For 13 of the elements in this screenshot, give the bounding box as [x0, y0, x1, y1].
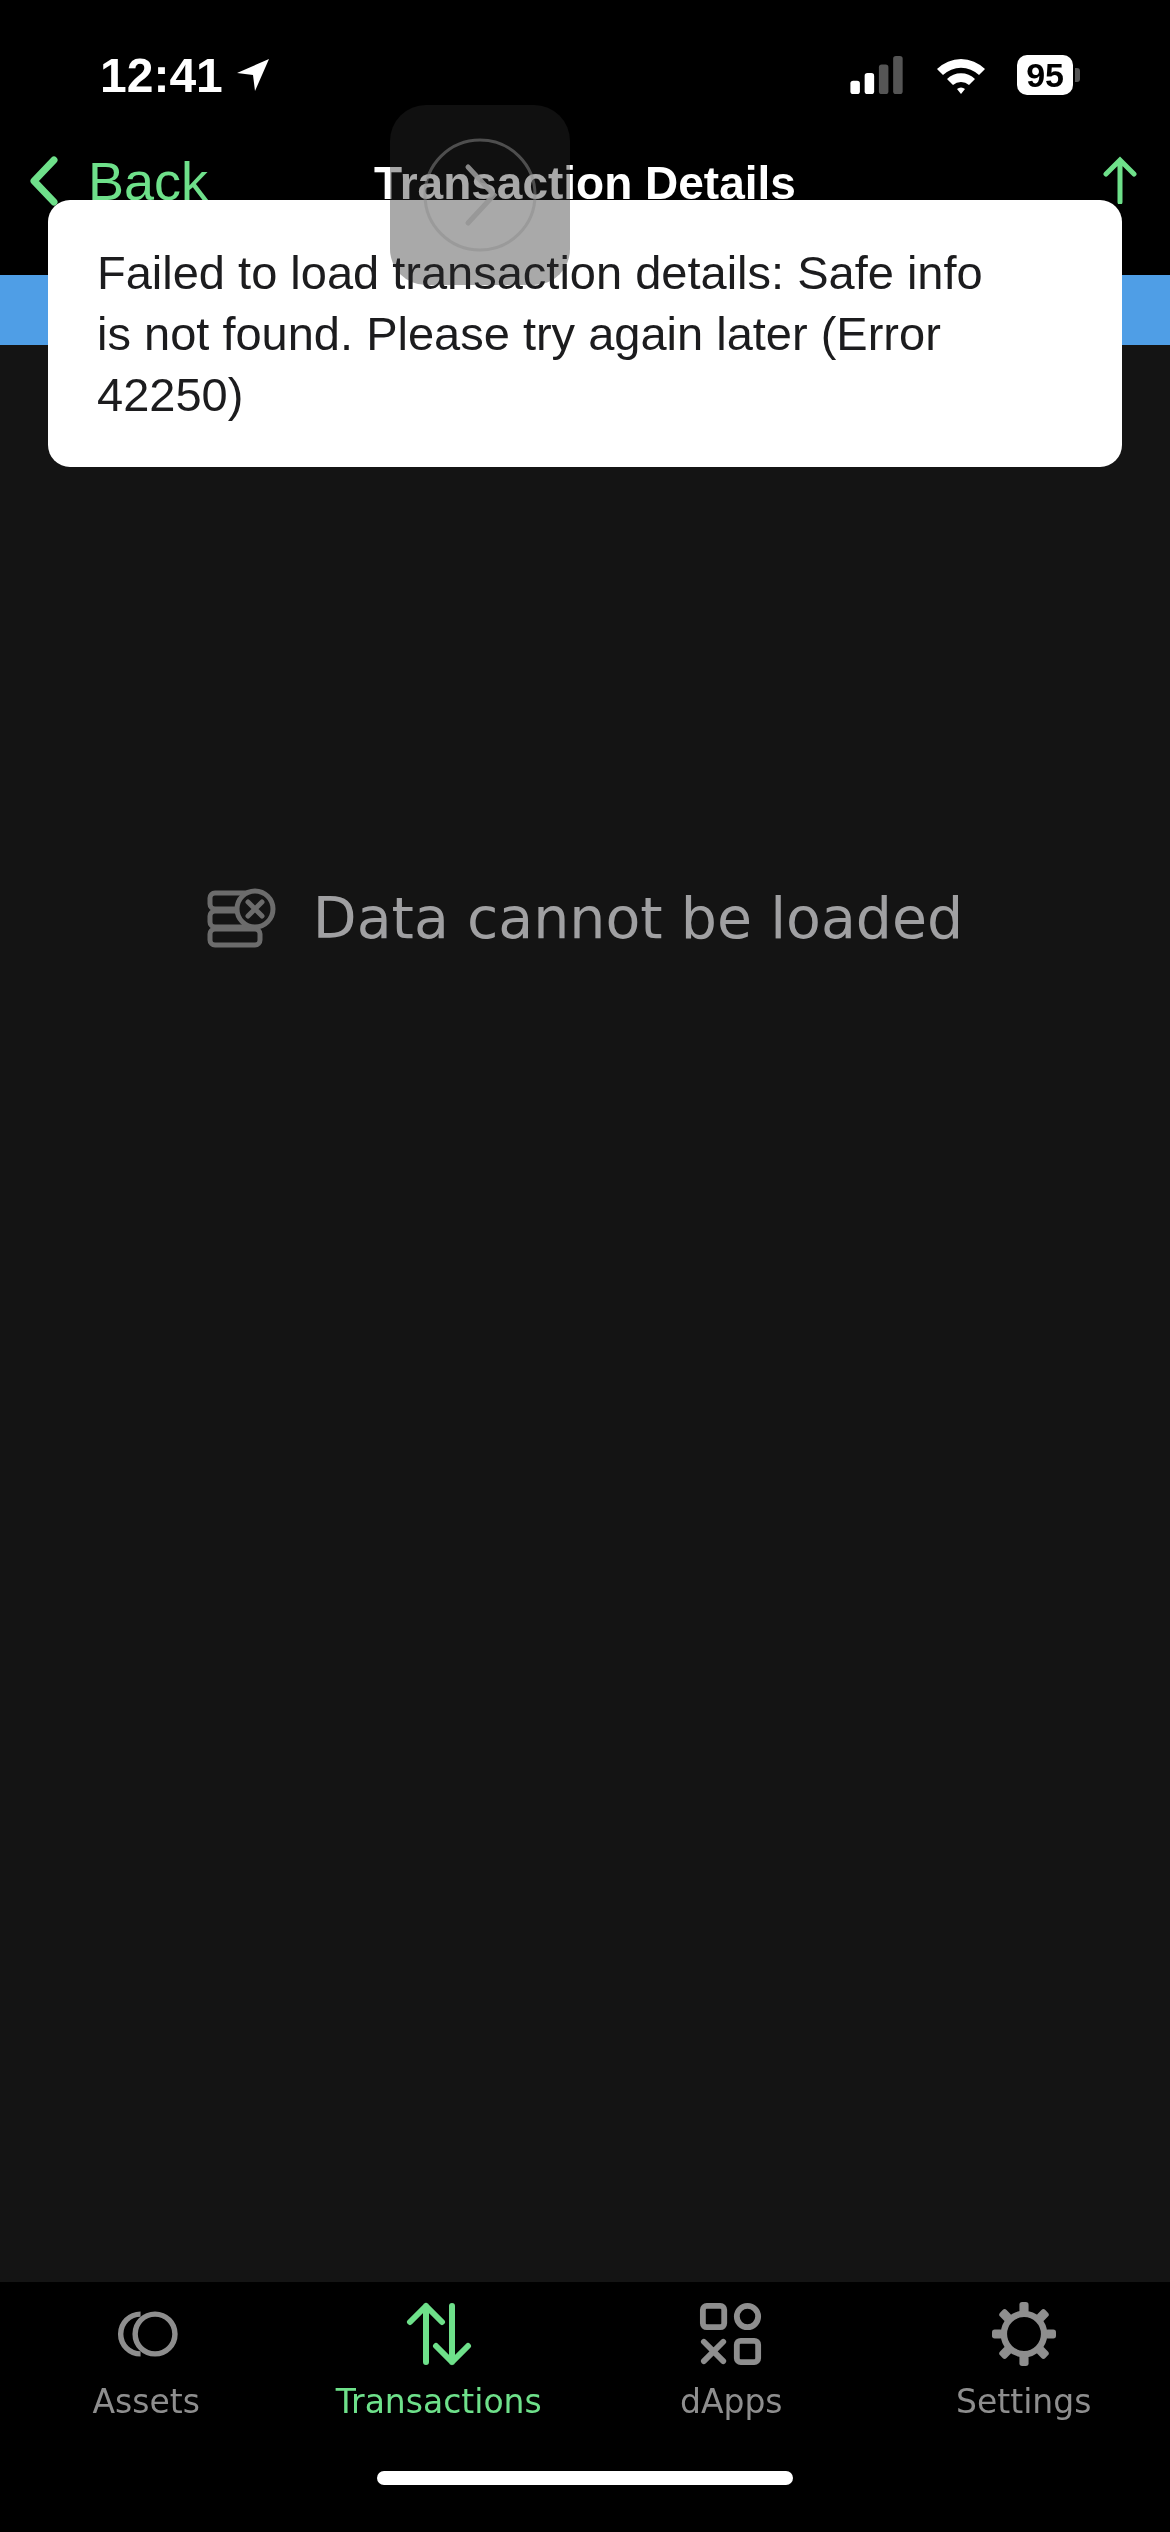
battery-level: 95	[1017, 55, 1073, 95]
share-arrow-icon[interactable]	[1100, 154, 1140, 204]
status-time: 12:41	[100, 47, 223, 103]
tab-bar-item[interactable]: Assets	[0, 2302, 293, 2421]
tab-bar-item[interactable]: dApps	[585, 2302, 878, 2421]
tab-bar-item[interactable]: Transactions	[292, 2302, 585, 2421]
screen-title: Transaction Details	[374, 160, 796, 206]
back-chevron-icon	[28, 156, 58, 206]
empty-state-message: Data cannot be loaded	[312, 885, 964, 951]
back-button[interactable]: Back	[28, 154, 209, 208]
signal-icon	[849, 56, 906, 94]
battery-cap	[1075, 68, 1080, 82]
tab-bar-item[interactable]: Settings	[877, 2302, 1170, 2421]
